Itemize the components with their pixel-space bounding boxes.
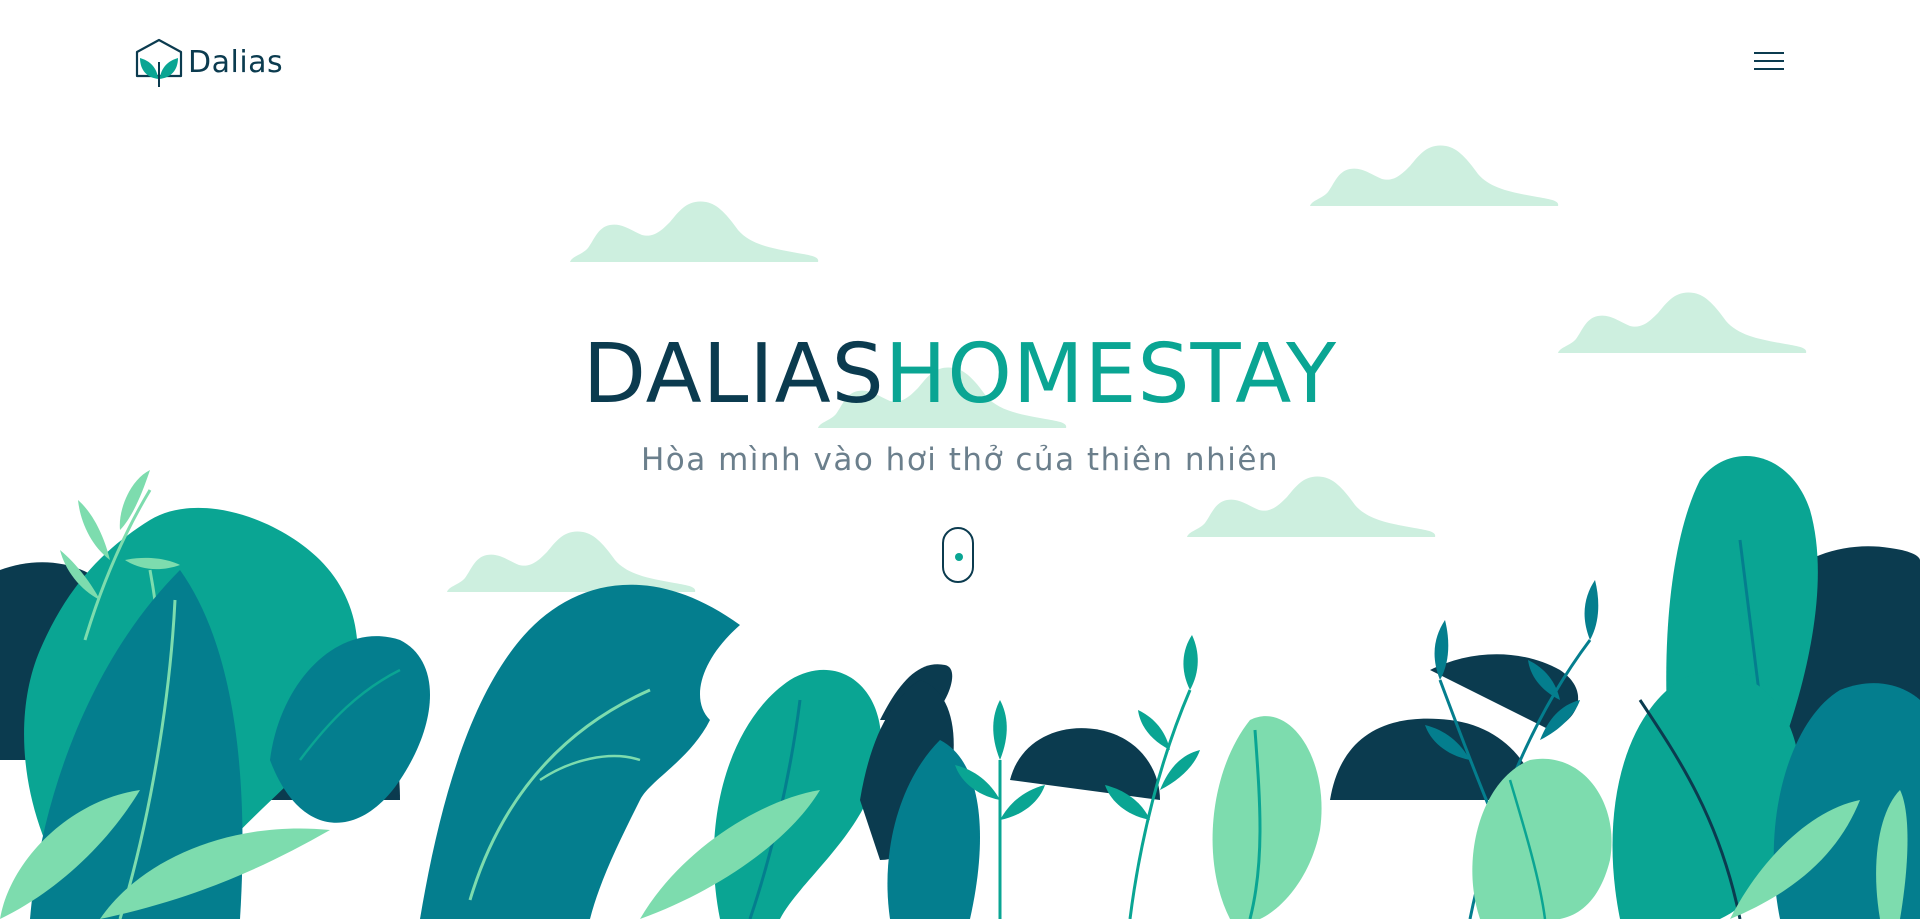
hero-title-part2: HOMESTAY — [884, 327, 1338, 422]
leaf-house-icon — [135, 38, 183, 87]
brand-name: Dalias — [188, 45, 284, 80]
cloud — [447, 531, 696, 592]
hamburger-menu-icon[interactable] — [1750, 46, 1788, 76]
cloud — [570, 201, 819, 262]
hero-title-part1: DALIAS — [582, 327, 885, 422]
cloud — [1310, 145, 1559, 206]
hero-title: DALIASHOMESTAY — [0, 320, 1920, 430]
mouse-scroll-icon[interactable] — [942, 527, 974, 583]
hero-section: DALIASHOMESTAY Hòa mình vào hơi thở của … — [0, 320, 1920, 482]
site-header: Dalias — [0, 0, 1920, 124]
landing-page: Dalias DALIASHOMESTAY Hòa mình vào hơi t… — [0, 0, 1920, 919]
scroll-dot — [955, 553, 963, 561]
cloud — [1187, 476, 1436, 537]
hero-subtitle: Hòa mình vào hơi thở của thiên nhiên — [640, 442, 1280, 478]
brand-logo[interactable]: Dalias — [134, 38, 283, 88]
